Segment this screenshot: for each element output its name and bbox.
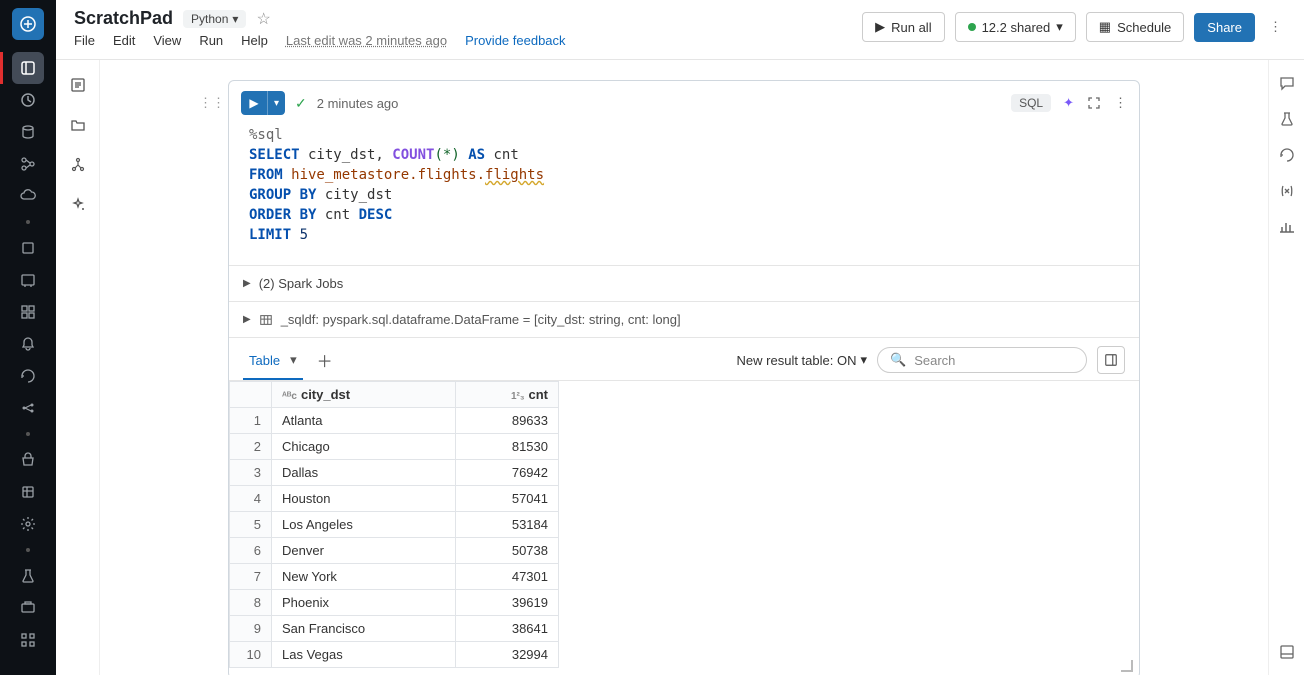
results-tab-bar: Table ▾ ＋ New result table: ON ▾ 🔍 Searc… (229, 337, 1139, 380)
workspace-icon[interactable] (12, 52, 44, 84)
comments-icon[interactable] (1278, 74, 1296, 92)
share-button[interactable]: Share (1194, 13, 1255, 42)
rail-divider (26, 432, 30, 436)
rail-divider (26, 220, 30, 224)
search-icon: 🔍 (890, 352, 906, 368)
table-row[interactable]: 7New York47301 (230, 564, 559, 590)
chevron-down-icon[interactable]: ▾ (290, 352, 297, 368)
menu-edit[interactable]: Edit (113, 33, 135, 48)
sparkle-icon[interactable]: ✦ (1063, 95, 1074, 111)
right-icon-rail (1268, 60, 1304, 675)
run-cell-button[interactable]: ▶ ▾ (241, 91, 285, 115)
chevron-down-icon: ▾ (232, 12, 238, 26)
table-row[interactable]: 9San Francisco38641 (230, 616, 559, 642)
string-type-icon: ᴬᴮc (282, 391, 297, 402)
dataframe-summary-row[interactable]: ▶ _sqldf: pyspark.sql.dataframe.DataFram… (229, 301, 1139, 337)
notebook-canvas: ⋮⋮ ▶ ▾ ✓ 2 minutes ago SQL ✦ ⋮ %sql SELE… (100, 60, 1268, 675)
cluster-selector[interactable]: 12.2 shared ▾ (955, 12, 1076, 42)
new-button[interactable] (12, 8, 44, 40)
run-all-button[interactable]: ▶ Run all (862, 12, 944, 42)
cell-language-chip[interactable]: SQL (1011, 94, 1051, 112)
chevron-right-icon: ▶ (243, 314, 251, 325)
column-header[interactable]: cnt (529, 387, 549, 402)
tab-table[interactable]: Table ▾ (243, 340, 303, 380)
marketplace-icon[interactable] (8, 444, 48, 476)
schedule-button[interactable]: ▦ Schedule (1086, 12, 1185, 42)
compute-icon[interactable] (8, 232, 48, 264)
page-title: ScratchPad (74, 8, 173, 29)
results-table-wrap: ᴬᴮc city_dst 1²₃ cnt 1Atlanta89633 2Chicag… (229, 380, 1139, 675)
dashboards-icon[interactable] (8, 296, 48, 328)
flask-icon[interactable] (1278, 110, 1296, 128)
left-icon-rail (0, 0, 56, 675)
number-type-icon: 1²₃ (511, 391, 525, 402)
rail-divider (26, 548, 30, 552)
language-selector[interactable]: Python ▾ (183, 10, 246, 28)
check-icon: ✓ (295, 95, 307, 112)
ml-icon[interactable] (8, 392, 48, 424)
toc-icon[interactable] (69, 76, 87, 94)
drag-handle-icon[interactable]: ⋮⋮ (199, 95, 225, 111)
models-icon[interactable] (8, 592, 48, 624)
feedback-link[interactable]: Provide feedback (465, 33, 565, 48)
calendar-icon: ▦ (1099, 19, 1111, 35)
play-icon: ▶ (875, 19, 885, 35)
menu-view[interactable]: View (153, 33, 181, 48)
menu-run[interactable]: Run (199, 33, 223, 48)
history-icon[interactable] (8, 360, 48, 392)
last-edit-label[interactable]: Last edit was 2 minutes ago (286, 33, 447, 48)
partner-icon[interactable] (8, 476, 48, 508)
result-table-toggle[interactable]: New result table: ON ▾ (737, 352, 867, 368)
folder-icon[interactable] (69, 116, 87, 134)
table-icon (259, 313, 273, 327)
code-cell: ⋮⋮ ▶ ▾ ✓ 2 minutes ago SQL ✦ ⋮ %sql SELE… (228, 80, 1140, 675)
chevron-down-icon: ▾ (860, 352, 867, 368)
expand-icon[interactable] (1086, 95, 1102, 111)
kebab-menu-icon[interactable]: ⋮ (1114, 95, 1127, 111)
alerts-icon[interactable] (8, 328, 48, 360)
panel-toggle-icon[interactable] (1097, 346, 1125, 374)
panel-toggle-icon[interactable] (1278, 643, 1296, 661)
cell-status-time: 2 minutes ago (317, 96, 399, 111)
schema-icon[interactable] (69, 156, 87, 174)
revision-history-icon[interactable] (1278, 146, 1296, 164)
data-icon[interactable] (8, 116, 48, 148)
experiments-icon[interactable] (8, 560, 48, 592)
chevron-right-icon: ▶ (243, 278, 251, 289)
table-row[interactable]: 8Phoenix39619 (230, 590, 559, 616)
play-icon: ▶ (241, 91, 267, 115)
chevron-down-icon: ▾ (267, 91, 285, 115)
table-row[interactable]: 5Los Angeles53184 (230, 512, 559, 538)
top-bar: ScratchPad Python ▾ ☆ File Edit View Run… (56, 0, 1304, 60)
code-editor[interactable]: %sql SELECT city_dst, COUNT(*) AS cnt FR… (229, 121, 1139, 265)
workflows-icon[interactable] (8, 148, 48, 180)
chart-icon[interactable] (1278, 218, 1296, 236)
table-row[interactable]: 6Denver50738 (230, 538, 559, 564)
table-row[interactable]: 3Dallas76942 (230, 460, 559, 486)
table-row[interactable]: 1Atlanta89633 (230, 408, 559, 434)
add-tab-button[interactable]: ＋ (317, 348, 333, 372)
results-table: ᴬᴮc city_dst 1²₃ cnt 1Atlanta89633 2Chicag… (229, 381, 559, 668)
spark-jobs-row[interactable]: ▶ (2) Spark Jobs (229, 265, 1139, 301)
variables-icon[interactable] (1278, 182, 1296, 200)
table-row[interactable]: 2Chicago81530 (230, 434, 559, 460)
star-icon[interactable]: ☆ (256, 9, 270, 29)
inner-left-rail (56, 60, 100, 675)
search-input[interactable]: 🔍 Search (877, 347, 1087, 373)
sql-icon[interactable] (8, 264, 48, 296)
recents-icon[interactable] (8, 84, 48, 116)
cloud-icon[interactable] (8, 180, 48, 212)
kebab-menu-icon[interactable]: ⋮ (1265, 15, 1286, 39)
status-dot-icon (968, 23, 976, 31)
column-header[interactable]: city_dst (301, 387, 350, 402)
features-icon[interactable] (8, 624, 48, 656)
chevron-down-icon: ▾ (1056, 19, 1063, 35)
table-row[interactable]: 4Houston57041 (230, 486, 559, 512)
menu-file[interactable]: File (74, 33, 95, 48)
menu-help[interactable]: Help (241, 33, 268, 48)
table-row[interactable]: 10Las Vegas32994 (230, 642, 559, 668)
settings-icon[interactable] (8, 508, 48, 540)
assistant-icon[interactable] (69, 196, 87, 214)
resize-handle-icon[interactable] (1121, 660, 1133, 672)
